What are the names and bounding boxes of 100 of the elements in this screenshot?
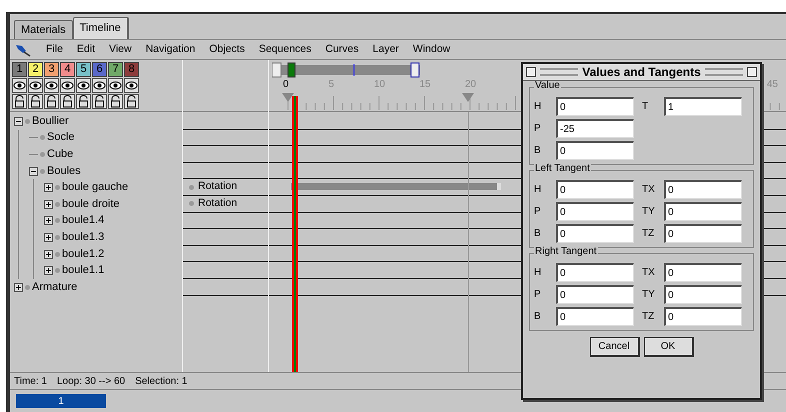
group-title: Left Tangent	[534, 164, 591, 174]
lock-icon[interactable]	[108, 94, 123, 109]
field-label: TZ	[642, 310, 656, 324]
value-field[interactable]: 0	[664, 180, 742, 199]
dialog-button[interactable]: Cancel	[590, 337, 640, 357]
field-label: TZ	[642, 227, 656, 241]
eye-icon[interactable]	[108, 78, 123, 93]
track-label[interactable]: Rotation	[198, 179, 238, 196]
track-label[interactable]: Rotation	[198, 196, 238, 212]
value-field[interactable]: 0	[556, 97, 634, 116]
range-scrollbar[interactable]	[272, 62, 420, 78]
lock-icon[interactable]	[12, 94, 27, 109]
value-field[interactable]: 0	[556, 224, 634, 243]
expand-icon[interactable]	[14, 282, 23, 292]
expand-icon[interactable]	[44, 250, 53, 259]
dialog-button[interactable]: OK	[644, 337, 694, 357]
ruler-label: 0	[283, 80, 289, 90]
ruler-label: 20	[465, 80, 476, 90]
value-field[interactable]: 0	[556, 180, 634, 199]
eye-icon[interactable]	[76, 78, 91, 93]
tree-item[interactable]: boule1.2	[62, 248, 104, 260]
field-label: TX	[642, 266, 656, 280]
eye-icon[interactable]	[60, 78, 75, 93]
layer-button[interactable]: 5	[76, 62, 91, 77]
collapse-icon[interactable]	[14, 116, 23, 126]
layer-button[interactable]: 4	[60, 62, 75, 77]
menu-item[interactable]: Navigation	[146, 42, 196, 58]
tree-item[interactable]: Armature	[32, 282, 78, 293]
field-label: P	[534, 205, 542, 219]
tree-item[interactable]: boule1.3	[62, 232, 104, 243]
pushpin-icon[interactable]	[14, 42, 32, 56]
marker-triangle-icon[interactable]	[462, 93, 474, 102]
menu-item[interactable]: Edit	[76, 42, 96, 58]
tree-item[interactable]: Boullier	[32, 116, 69, 127]
expand-icon[interactable]	[44, 200, 53, 209]
menu-item[interactable]: Window	[412, 42, 450, 58]
layer-button[interactable]: 1	[12, 62, 27, 77]
menu-item[interactable]: File	[46, 42, 63, 58]
group-title: Value	[534, 81, 561, 91]
tree-item[interactable]: boule gauche	[62, 182, 128, 194]
layer-button[interactable]: 7	[108, 62, 123, 77]
ruler-label: 5	[328, 80, 334, 90]
title-bar-stripes	[540, 68, 578, 76]
menu-item[interactable]: Curves	[325, 42, 359, 58]
tree-item[interactable]: boule1.1	[62, 265, 104, 276]
tree-item[interactable]: boule1.4	[62, 215, 104, 226]
tree-item[interactable]: Socle	[47, 132, 75, 144]
title-bar-stripes	[704, 68, 744, 76]
collapse-box-icon[interactable]	[747, 67, 758, 77]
eye-icon[interactable]	[44, 78, 59, 93]
layer-button[interactable]: 3	[44, 62, 59, 77]
group-title: Right Tangent	[534, 247, 598, 257]
expand-icon[interactable]	[44, 183, 53, 192]
ruler-label: 45	[766, 80, 778, 90]
lock-icon[interactable]	[92, 94, 107, 109]
lock-icon[interactable]	[60, 94, 75, 109]
marker-triangle-icon[interactable]	[282, 93, 294, 102]
tree-item[interactable]: boule droite	[62, 198, 120, 210]
value-field[interactable]: 0	[664, 224, 742, 243]
value-field[interactable]: 0	[664, 285, 742, 304]
tree-item[interactable]: Boules	[47, 166, 81, 177]
eye-icon[interactable]	[12, 78, 27, 93]
menu-item[interactable]: Layer	[372, 42, 399, 58]
lock-icon[interactable]	[76, 94, 91, 109]
close-button[interactable]	[526, 67, 536, 77]
tree-item[interactable]: Cube	[47, 148, 74, 160]
field-label: B	[534, 144, 542, 158]
field-label: T	[642, 100, 650, 114]
menu-item[interactable]: Sequences	[258, 42, 312, 58]
expand-icon[interactable]	[44, 232, 53, 242]
value-field[interactable]: 0	[664, 307, 742, 326]
sequence-bar[interactable]	[291, 183, 501, 190]
layer-button[interactable]: 6	[92, 62, 107, 77]
eye-icon[interactable]	[124, 78, 139, 93]
tab[interactable]: Timeline	[72, 17, 129, 39]
field-label: P	[534, 288, 542, 302]
value-field[interactable]: 0	[556, 141, 634, 160]
value-field[interactable]: 0	[664, 202, 742, 221]
field-label: TY	[642, 205, 656, 219]
field-label: H	[534, 183, 542, 197]
lock-icon[interactable]	[28, 94, 43, 109]
value-field[interactable]: -25	[556, 119, 634, 138]
lock-icon[interactable]	[44, 94, 59, 109]
lock-icon[interactable]	[124, 94, 139, 109]
menu-item[interactable]: Objects	[209, 42, 245, 58]
time-field[interactable]: 1	[16, 394, 106, 408]
value-field[interactable]: 1	[664, 97, 742, 116]
expand-icon[interactable]	[44, 266, 53, 276]
menu-item[interactable]: View	[109, 42, 132, 58]
value-field[interactable]: 0	[556, 307, 634, 326]
layer-button[interactable]: 2	[28, 62, 43, 77]
eye-icon[interactable]	[28, 78, 43, 93]
value-field[interactable]: 0	[664, 263, 742, 282]
tab[interactable]: Materials	[14, 20, 73, 39]
value-field[interactable]: 0	[556, 263, 634, 282]
value-field[interactable]: 0	[556, 285, 634, 304]
expand-icon[interactable]	[44, 216, 53, 226]
collapse-icon[interactable]	[29, 166, 38, 176]
eye-icon[interactable]	[92, 78, 107, 93]
value-field[interactable]: 0	[556, 202, 634, 221]
